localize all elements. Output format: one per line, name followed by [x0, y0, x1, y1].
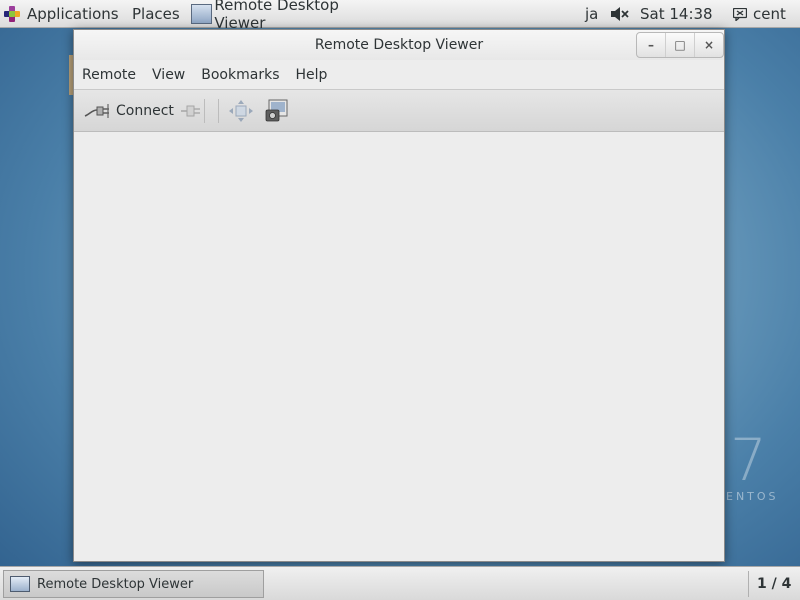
applications-menu[interactable]: Applications: [4, 0, 119, 28]
active-window-indicator[interactable]: Remote Desktop Viewer: [189, 0, 389, 32]
window-title: Remote Desktop Viewer: [314, 37, 484, 53]
window-titlebar[interactable]: Remote Desktop Viewer – □ ×: [74, 30, 724, 60]
active-window-label: Remote Desktop Viewer: [214, 0, 339, 32]
close-button[interactable]: ×: [694, 33, 723, 57]
menu-help[interactable]: Help: [287, 61, 335, 89]
disconnect-icon[interactable]: [179, 100, 203, 122]
top-panel: Applications Places Remote Desktop Viewe…: [0, 0, 800, 32]
maximize-button[interactable]: □: [665, 33, 694, 57]
remote-desktop-viewer-window: Remote Desktop Viewer – □ × Remote View …: [73, 29, 725, 562]
keyboard-layout-indicator[interactable]: ja: [585, 0, 598, 28]
toolbar: Connect: [74, 89, 724, 132]
volume-muted-icon[interactable]: [611, 7, 629, 21]
menu-bookmarks[interactable]: Bookmarks: [193, 61, 287, 89]
taskbar-item[interactable]: Remote Desktop Viewer: [3, 570, 264, 598]
user-menu[interactable]: cent: [733, 0, 786, 28]
menu-view[interactable]: View: [144, 61, 193, 89]
screenshot-icon[interactable]: [265, 99, 289, 123]
fullscreen-icon[interactable]: [229, 100, 253, 122]
applications-logo-icon: [4, 6, 20, 22]
user-icon: [733, 7, 747, 21]
viewer-content-area: [74, 133, 724, 561]
menu-remote[interactable]: Remote: [74, 61, 144, 89]
desktop-brand-number: 7: [730, 426, 767, 494]
connect-button[interactable]: Connect: [84, 100, 174, 122]
clock[interactable]: Sat 14:38: [640, 0, 713, 28]
toolbar-separator: [218, 99, 219, 123]
window-app-icon: [191, 4, 213, 24]
places-menu[interactable]: Places: [132, 0, 180, 28]
desktop-brand-word: ENTOS: [726, 490, 779, 503]
workspace-separator: [748, 571, 749, 597]
minimize-button[interactable]: –: [637, 33, 665, 57]
toolbar-separator: [204, 99, 205, 123]
taskbar-app-icon: [10, 576, 30, 592]
user-name: cent: [753, 5, 786, 23]
bottom-panel: Remote Desktop Viewer 1 / 4: [0, 566, 800, 600]
applications-label: Applications: [27, 5, 119, 23]
menubar: Remote View Bookmarks Help: [74, 61, 724, 89]
connect-label: Connect: [116, 103, 174, 119]
window-controls: – □ ×: [636, 32, 724, 58]
workspace-indicator[interactable]: 1 / 4: [757, 567, 791, 600]
taskbar-item-label: Remote Desktop Viewer: [37, 576, 194, 592]
connect-icon: [84, 104, 109, 118]
